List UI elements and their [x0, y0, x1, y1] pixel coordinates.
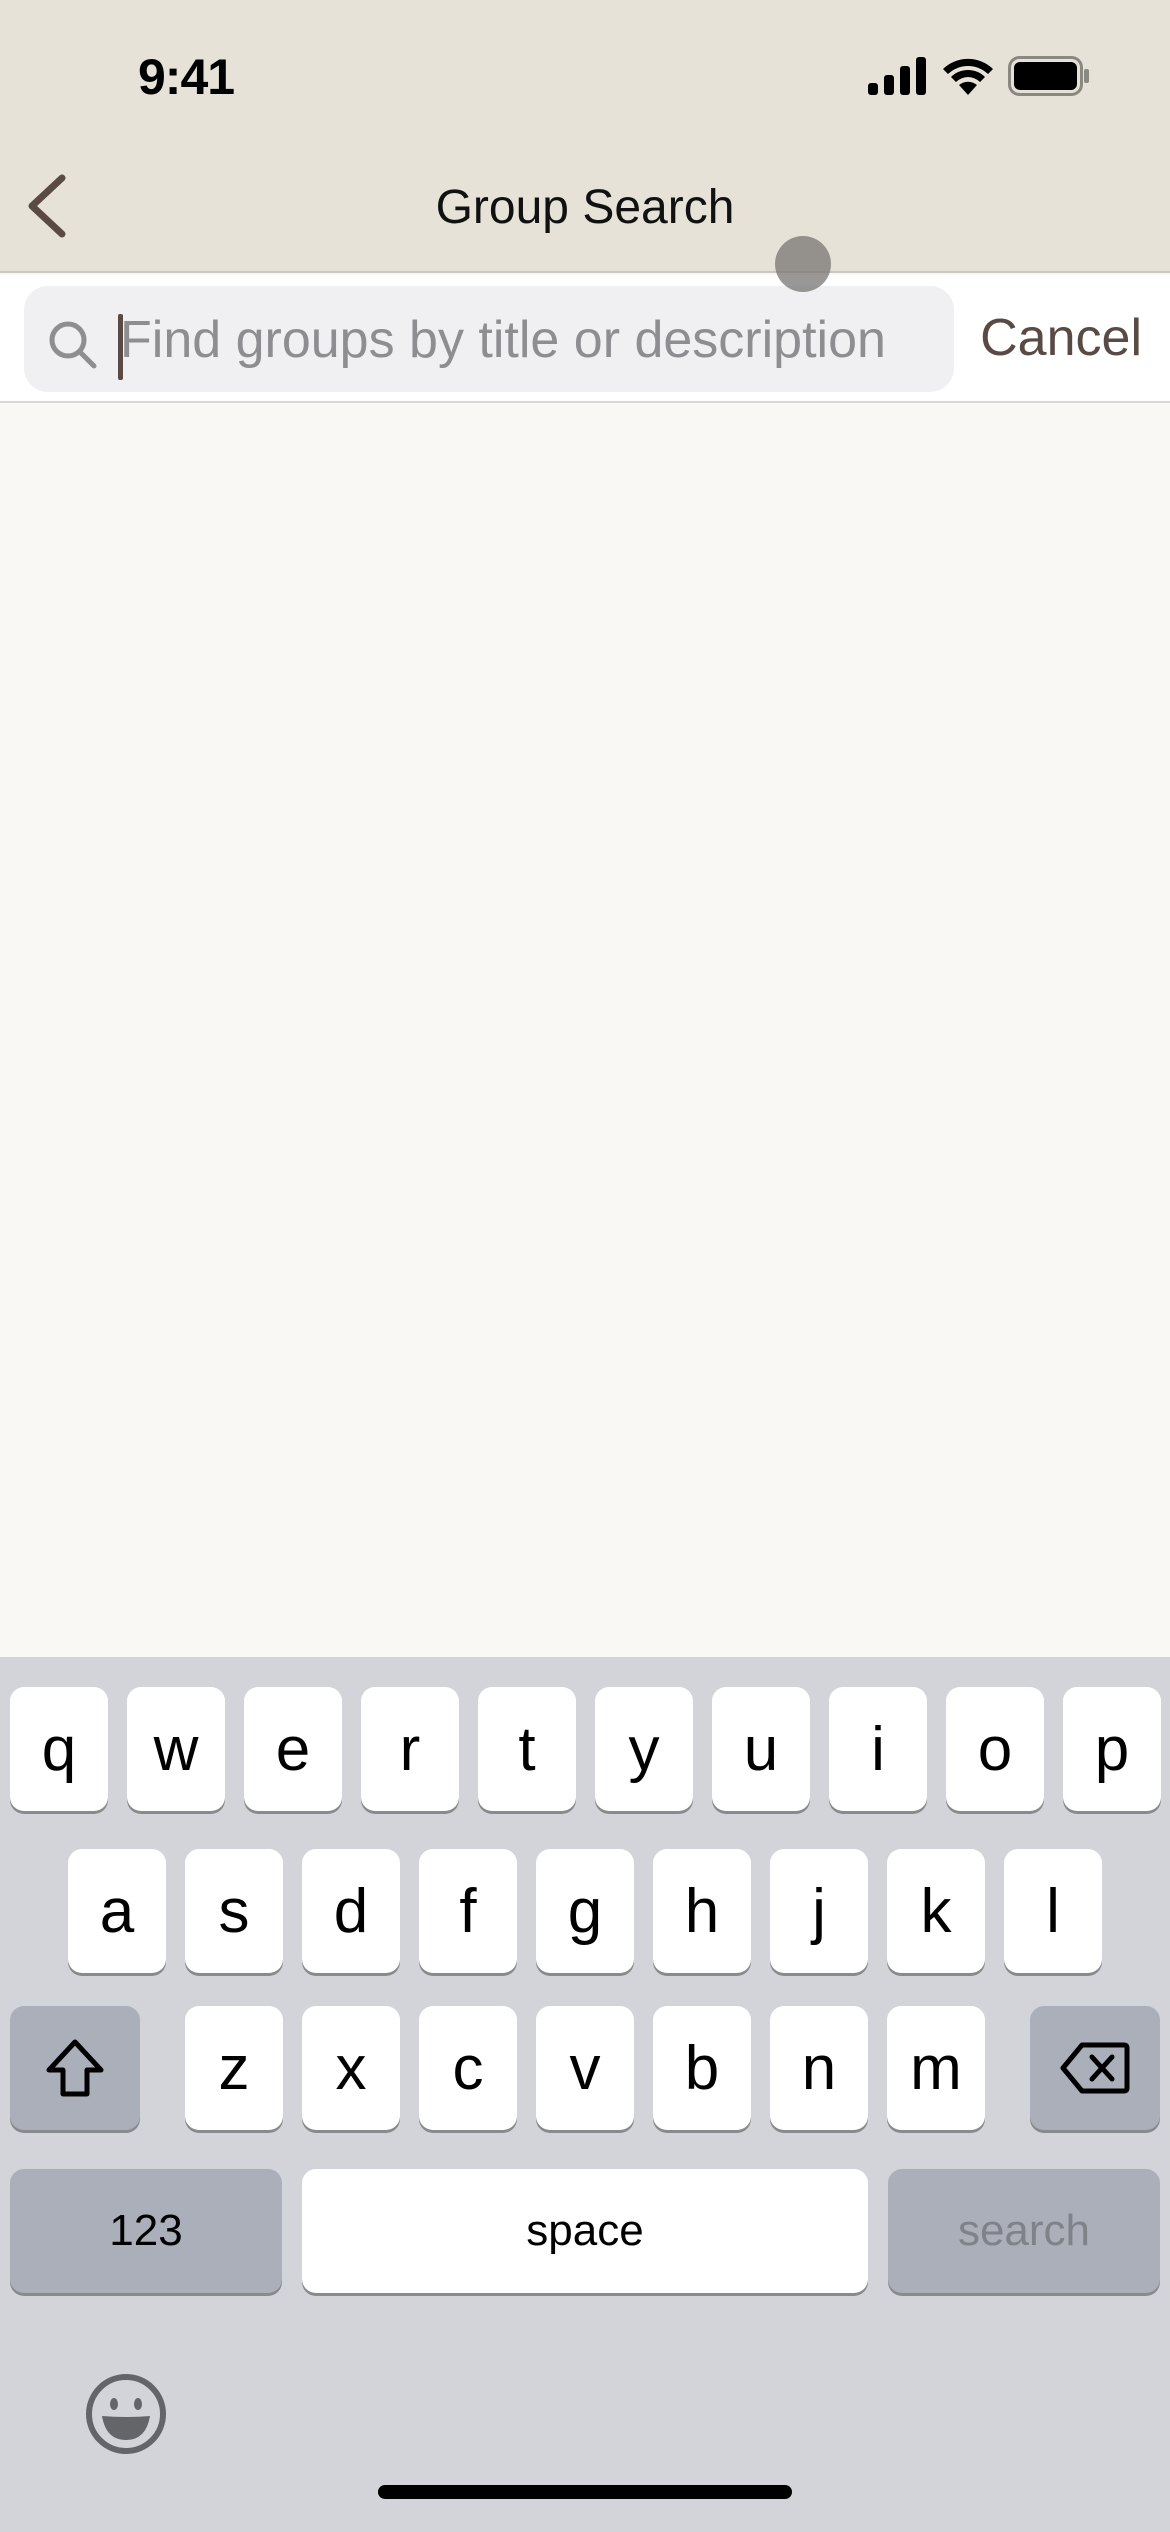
search-input[interactable]: Find groups by title or description [24, 286, 954, 392]
backspace-icon [1060, 2042, 1130, 2094]
delete-key[interactable] [1030, 2006, 1160, 2130]
cancel-button[interactable]: Cancel [980, 308, 1142, 368]
key-z[interactable]: z [185, 2006, 283, 2130]
numbers-key[interactable]: 123 [10, 2169, 282, 2293]
wifi-icon [943, 58, 993, 95]
magnifying-glass-icon [49, 321, 97, 369]
shift-arrow-icon [46, 2039, 104, 2097]
key-x[interactable]: x [302, 2006, 400, 2130]
cellular-signal-icon [868, 57, 926, 95]
status-icons [868, 56, 1090, 96]
key-m[interactable]: m [887, 2006, 985, 2130]
status-time: 9:41 [138, 49, 235, 105]
space-key[interactable]: space [302, 2169, 868, 2293]
key-r[interactable]: r [361, 1687, 459, 1811]
key-q[interactable]: q [10, 1687, 108, 1811]
key-h[interactable]: h [653, 1849, 751, 1973]
key-l[interactable]: l [1004, 1849, 1102, 1973]
key-j[interactable]: j [770, 1849, 868, 1973]
key-p[interactable]: p [1063, 1687, 1161, 1811]
search-return-key[interactable]: search [888, 2169, 1160, 2293]
key-a[interactable]: a [68, 1849, 166, 1973]
key-f[interactable]: f [419, 1849, 517, 1973]
search-placeholder: Find groups by title or description [120, 311, 886, 369]
search-bar: Find groups by title or description Canc… [0, 275, 1170, 403]
key-c[interactable]: c [419, 2006, 517, 2130]
home-indicator[interactable] [378, 2485, 792, 2499]
key-s[interactable]: s [185, 1849, 283, 1973]
key-k[interactable]: k [887, 1849, 985, 1973]
key-b[interactable]: b [653, 2006, 751, 2130]
key-t[interactable]: t [478, 1687, 576, 1811]
touch-indicator [775, 236, 831, 292]
key-d[interactable]: d [302, 1849, 400, 1973]
battery-icon [1008, 56, 1089, 96]
keyboard: 123 space search qwertyuiop asdfghjkl zxcv… [0, 1657, 1170, 2532]
page-title: Group Search [435, 181, 735, 234]
key-n[interactable]: n [770, 2006, 868, 2130]
top-header: 9:41 Group Search [0, 0, 1170, 273]
results-area [0, 405, 1170, 1657]
key-e[interactable]: e [244, 1687, 342, 1811]
key-w[interactable]: w [127, 1687, 225, 1811]
shift-key[interactable] [10, 2006, 140, 2130]
key-o[interactable]: o [946, 1687, 1044, 1811]
key-y[interactable]: y [595, 1687, 693, 1811]
key-i[interactable]: i [829, 1687, 927, 1811]
emoji-face-icon[interactable] [84, 2372, 168, 2456]
key-g[interactable]: g [536, 1849, 634, 1973]
key-u[interactable]: u [712, 1687, 810, 1811]
key-v[interactable]: v [536, 2006, 634, 2130]
